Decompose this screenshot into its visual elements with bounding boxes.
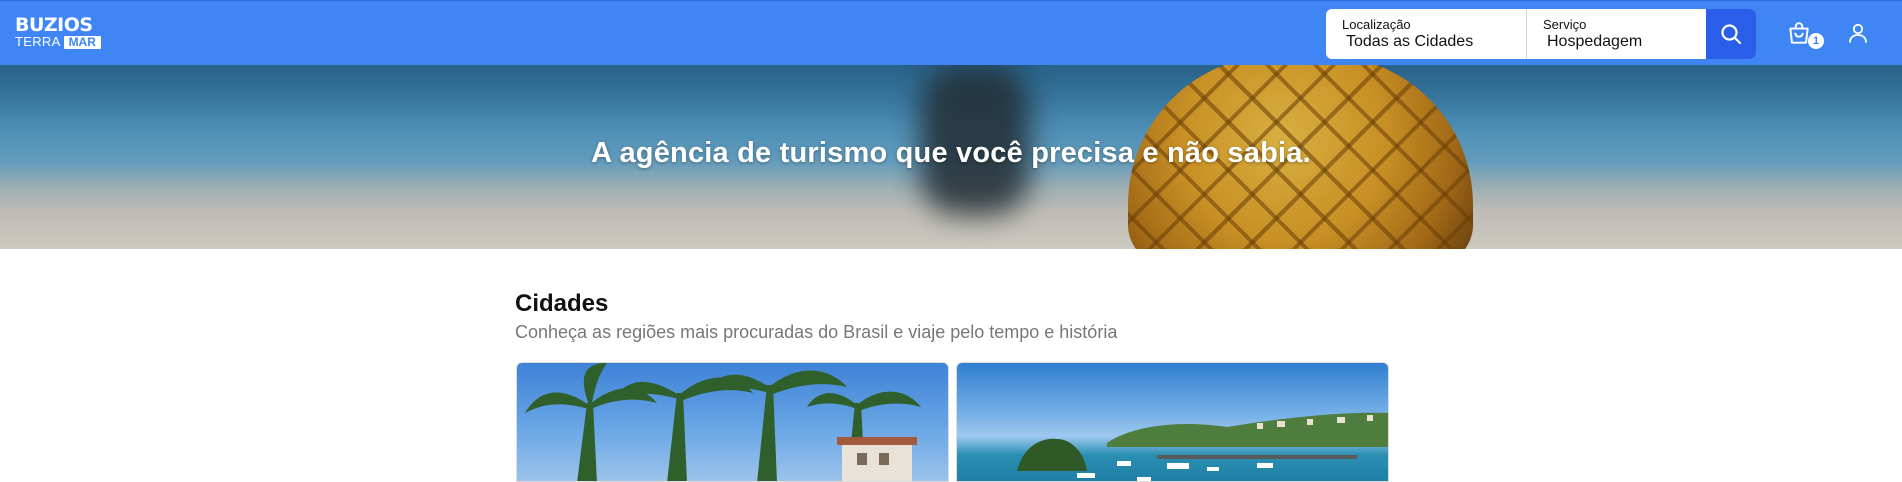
- logo-text-mar: MAR: [63, 35, 101, 49]
- user-account-button[interactable]: [1846, 21, 1872, 47]
- city-card[interactable]: [956, 362, 1389, 482]
- city-card-image: [525, 363, 921, 481]
- service-select[interactable]: Serviço Hospedagem: [1526, 9, 1706, 59]
- user-icon: [1849, 23, 1867, 43]
- hero-banner: A agência de turismo que você precisa e …: [0, 65, 1902, 249]
- search-bar: Localização Todas as Cidades Serviço Hos…: [1326, 9, 1756, 59]
- logo-text-terra: TERRA: [15, 34, 61, 49]
- city-card-image: [1017, 412, 1388, 481]
- location-select[interactable]: Localização Todas as Cidades: [1326, 9, 1526, 59]
- cart-count-badge: 1: [1808, 33, 1824, 49]
- location-value: Todas as Cidades: [1346, 33, 1474, 50]
- location-label: Localização: [1342, 17, 1411, 32]
- top-navbar: BUZIOS TERRA MAR Localização Todas as Ci…: [0, 0, 1902, 65]
- search-icon: [1721, 24, 1742, 45]
- service-label: Serviço: [1543, 17, 1587, 32]
- brand-logo[interactable]: BUZIOS TERRA MAR: [15, 16, 107, 52]
- logo-text-buzios: BUZIOS: [15, 14, 93, 36]
- section-title: Cidades: [515, 290, 609, 317]
- hero-title: A agência de turismo que você precisa e …: [591, 137, 1311, 169]
- section-subtitle: Conheça as regiões mais procuradas do Br…: [515, 322, 1118, 342]
- city-card[interactable]: [516, 362, 949, 482]
- search-button[interactable]: [1706, 9, 1756, 59]
- service-value: Hospedagem: [1547, 33, 1643, 50]
- cart-button[interactable]: 1: [1786, 21, 1824, 51]
